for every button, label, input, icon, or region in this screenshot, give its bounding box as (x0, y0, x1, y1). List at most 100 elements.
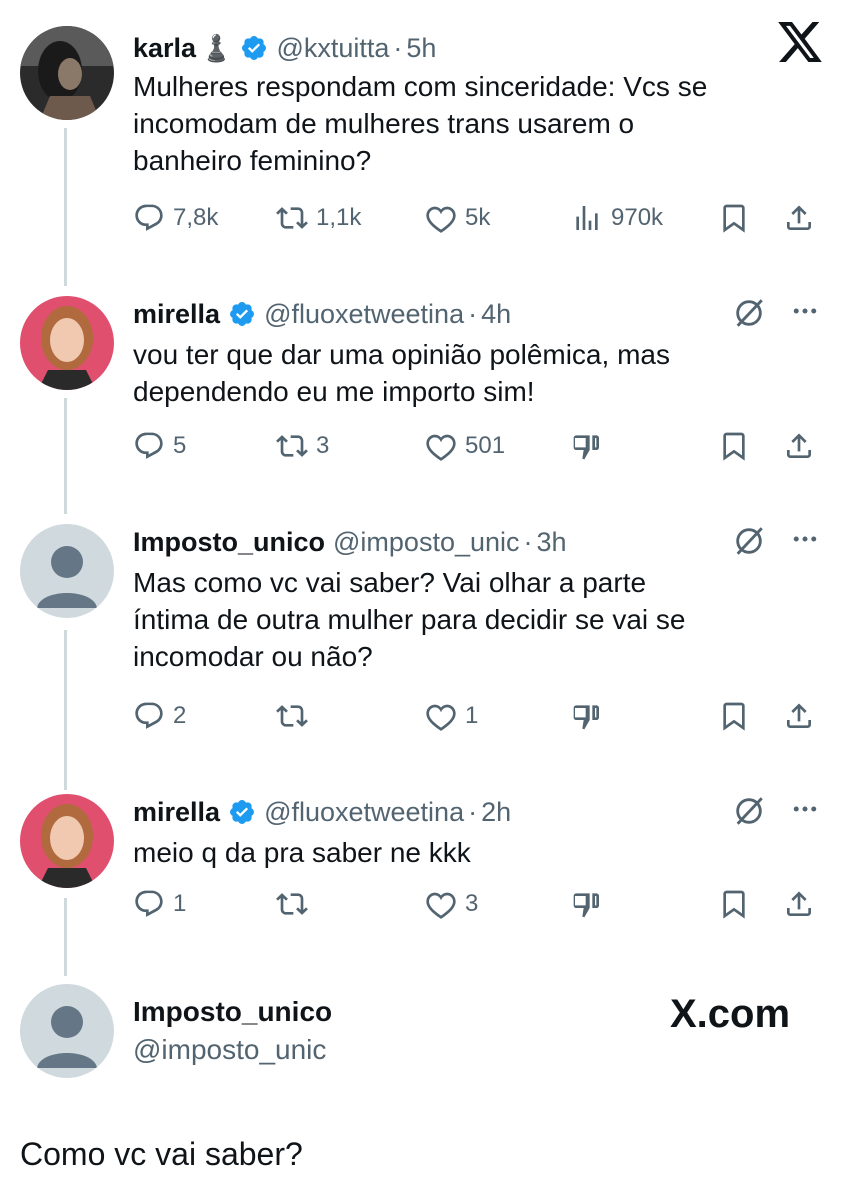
tweet-text: meio q da pra saber ne kkk (133, 837, 471, 868)
share-icon (787, 205, 811, 230)
tweet-actions: 2 1 (133, 700, 823, 744)
author-handle[interactable]: @kxtuitta (276, 33, 389, 64)
final-post[interactable]: Imposto_unico @imposto_unic X.com Como v… (0, 980, 842, 1200)
more-options-icon[interactable] (790, 524, 820, 559)
author-name[interactable]: mirella (133, 299, 220, 330)
view-count: 970k (611, 204, 664, 231)
heart-icon (426, 892, 456, 919)
share-button[interactable] (783, 430, 815, 462)
dislike-button[interactable] (571, 888, 603, 920)
tweet-text: Mas como vc vai saber? Vai olhar a parte… (133, 567, 686, 672)
author-handle[interactable]: @fluoxetweetina (264, 797, 464, 828)
author-handle[interactable]: @fluoxetweetina (264, 299, 464, 330)
retweet-icon (276, 893, 308, 915)
reply-icon (135, 432, 163, 459)
separator-dot: · (523, 526, 533, 557)
tweet-actions: 5 3 501 (133, 430, 823, 474)
bookmark-button[interactable] (718, 430, 750, 462)
tweet[interactable]: Imposto_unico @imposto_unic · 3h Mas com… (0, 520, 842, 760)
author-name[interactable]: Imposto_unico (133, 527, 325, 558)
like-button[interactable]: 5k (425, 202, 490, 234)
timestamp[interactable]: 5h (406, 33, 436, 64)
author-handle[interactable]: @imposto_unic (333, 527, 520, 558)
tweet-actions: 1 3 (133, 888, 823, 932)
author-handle[interactable]: @imposto_unic (133, 1034, 326, 1066)
heart-icon (426, 434, 456, 461)
like-button[interactable]: 3 (425, 888, 478, 920)
tweet[interactable]: mirella @fluoxetweetina · 4h vou ter que… (0, 292, 842, 492)
retweet-button[interactable] (276, 700, 316, 732)
heart-icon (426, 704, 456, 731)
more-options-icon[interactable] (790, 794, 820, 829)
reply-count: 1 (173, 890, 187, 917)
bookmark-button[interactable] (718, 202, 750, 234)
like-count: 501 (465, 432, 506, 459)
bookmark-icon (723, 890, 745, 919)
tweet[interactable]: mirella @fluoxetweetina · 2h meio q da p… (0, 790, 842, 950)
author-name[interactable]: mirella (133, 797, 220, 828)
reply-button[interactable]: 7,8k (133, 202, 218, 234)
thumbs-down-icon (573, 893, 599, 918)
author-name[interactable]: Imposto_unico (133, 996, 332, 1028)
retweet-icon (276, 435, 308, 457)
share-button[interactable] (783, 202, 815, 234)
heart-icon (426, 206, 456, 233)
reply-button[interactable]: 1 (133, 888, 186, 920)
avatar[interactable] (20, 794, 114, 888)
retweet-button[interactable]: 3 (276, 430, 329, 462)
like-button[interactable]: 501 (425, 430, 505, 462)
verified-badge-icon (228, 798, 256, 826)
timestamp[interactable]: 4h (481, 299, 511, 330)
tweet[interactable]: karla ♟️ @kxtuitta · 5h Mulheres respond… (0, 22, 842, 262)
views-button[interactable]: 970k (571, 202, 663, 234)
share-button[interactable] (783, 888, 815, 920)
dislike-button[interactable] (571, 700, 603, 732)
timestamp[interactable]: 3h (537, 527, 567, 558)
verified-badge-icon (228, 300, 256, 328)
grok-icon[interactable] (732, 296, 766, 335)
avatar[interactable] (20, 984, 114, 1078)
reply-count: 5 (173, 432, 187, 459)
thumbs-down-icon (573, 705, 599, 730)
share-icon (787, 891, 811, 916)
bookmark-button[interactable] (718, 888, 750, 920)
reply-button[interactable]: 5 (133, 430, 186, 462)
separator-dot: · (393, 32, 403, 63)
tweet-text: Mulheres respondam com sinceridade: Vcs … (133, 71, 708, 176)
dislike-button[interactable] (571, 430, 603, 462)
more-options-icon[interactable] (790, 296, 820, 331)
verified-badge-icon (240, 34, 268, 62)
thumbs-down-icon (573, 435, 599, 460)
separator-dot: · (468, 796, 478, 827)
x-com-label: X.com (670, 992, 791, 1036)
grok-icon[interactable] (732, 794, 766, 833)
retweet-button[interactable] (276, 888, 316, 920)
reply-icon (135, 890, 163, 917)
like-count: 1 (465, 702, 479, 729)
post-text: Como vc vai saber? (20, 1136, 303, 1172)
share-icon (787, 703, 811, 728)
reply-icon (135, 702, 163, 729)
share-button[interactable] (783, 700, 815, 732)
avatar[interactable] (20, 296, 114, 390)
bookmark-icon (723, 432, 745, 461)
like-count: 5k (465, 204, 491, 231)
avatar[interactable] (20, 524, 114, 618)
like-button[interactable]: 1 (425, 700, 478, 732)
reply-icon (135, 204, 163, 231)
retweet-icon (276, 705, 308, 727)
avatar[interactable] (20, 26, 114, 120)
reply-count: 7,8k (173, 204, 219, 231)
retweet-icon (276, 207, 308, 229)
retweet-count: 1,1k (316, 204, 362, 231)
reply-button[interactable]: 2 (133, 700, 186, 732)
timestamp[interactable]: 2h (481, 797, 511, 828)
separator-dot: · (468, 298, 478, 329)
grok-icon[interactable] (732, 524, 766, 563)
tweet-text: vou ter que dar uma opinião polêmica, ma… (133, 339, 670, 407)
reply-count: 2 (173, 702, 187, 729)
retweet-button[interactable]: 1,1k (276, 202, 361, 234)
bookmark-button[interactable] (718, 700, 750, 732)
like-count: 3 (465, 890, 479, 917)
author-name[interactable]: karla (133, 33, 196, 64)
